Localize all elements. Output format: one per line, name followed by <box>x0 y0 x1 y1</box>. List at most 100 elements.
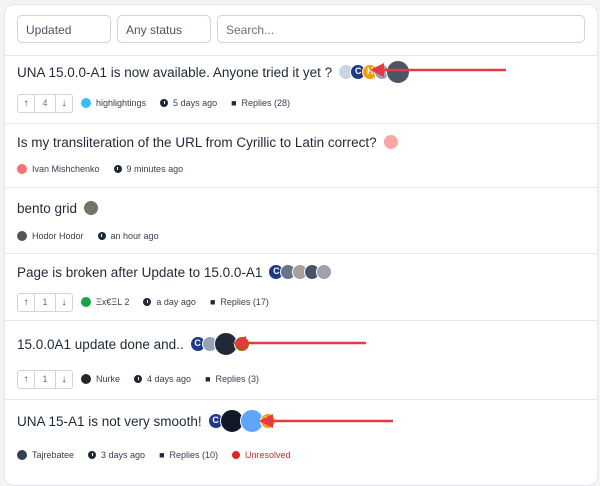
author-name[interactable]: Nurke <box>96 374 120 384</box>
time-text: 9 minutes ago <box>126 164 184 174</box>
topic-title-link[interactable]: 15.0.0A1 update done and.. <box>17 337 184 352</box>
timestamp: 5 days ago <box>160 98 217 108</box>
arrow-up-icon[interactable]: ↑ <box>18 294 34 311</box>
time-text: 3 days ago <box>101 450 146 460</box>
topic-title-link[interactable]: bento grid <box>17 201 77 216</box>
author[interactable]: Nurke <box>81 374 120 384</box>
clock-icon <box>160 99 169 107</box>
topic-meta: Tajrebatee 3 days ago ■ Replies (10) Unr… <box>17 446 305 464</box>
clock-icon <box>97 232 106 240</box>
replies[interactable]: ■ Replies (17) <box>210 297 269 307</box>
timestamp: 4 days ago <box>134 374 191 384</box>
participants: C <box>268 264 333 280</box>
topic-title-row: bento grid <box>17 195 100 221</box>
divider <box>5 187 597 188</box>
topic-title-row: Is my transliteration of the URL from Cy… <box>17 129 399 155</box>
topic-meta: ↑ 4 ↓ highlightings 5 days ago ■ Replies… <box>17 93 304 113</box>
topic-title-row: Page is broken after Update to 15.0.0-A1… <box>17 259 333 285</box>
filter-bar: Updated Any status Search... <box>17 15 585 45</box>
topic-meta: Ivan Mishchenko 9 minutes ago <box>17 160 197 178</box>
avatar[interactable] <box>83 200 100 216</box>
topic-title-link[interactable]: Is my transliteration of the URL from Cy… <box>17 135 377 150</box>
vote-count: 1 <box>34 293 56 311</box>
clock-icon <box>88 451 97 459</box>
arrow-down-icon[interactable]: ↓ <box>56 294 72 311</box>
replies-icon: ■ <box>159 450 165 460</box>
author[interactable]: Hodor Hodor <box>17 231 84 241</box>
clock-icon <box>134 375 143 383</box>
divider <box>5 123 597 124</box>
vote-widget: ↑ 4 ↓ <box>17 93 73 113</box>
topic-meta: ↑ 1 ↓ Nurke 4 days ago ■ Replies (3) <box>17 369 273 389</box>
sort-select[interactable]: Updated <box>17 15 111 43</box>
annotation-arrow-icon <box>259 414 393 428</box>
replies-text[interactable]: Replies (3) <box>216 374 260 384</box>
author-name[interactable]: Tajrebatee <box>32 450 74 460</box>
status-dot-icon <box>232 451 241 459</box>
annotation-arrow-icon <box>232 336 366 350</box>
topic-title-link[interactable]: Page is broken after Update to 15.0.0-A1 <box>17 265 262 280</box>
participants <box>83 200 100 216</box>
status-select[interactable]: Any status <box>117 15 211 43</box>
vote-widget: ↑ 1 ↓ <box>17 292 73 312</box>
replies-icon: ■ <box>209 297 216 307</box>
arrow-down-icon[interactable]: ↓ <box>56 371 72 388</box>
divider <box>5 320 597 321</box>
topic-meta: Hodor Hodor an hour ago <box>17 227 173 245</box>
participants <box>382 134 399 150</box>
time-text: 5 days ago <box>173 98 218 108</box>
author-name[interactable]: Hodor Hodor <box>32 231 84 241</box>
author-name[interactable]: Ξx€ΞL 2 <box>96 297 129 307</box>
author-avatar <box>81 98 91 108</box>
author-name[interactable]: highlightings <box>96 98 146 108</box>
author[interactable]: Ivan Mishchenko <box>17 164 100 174</box>
annotation-arrow-icon <box>370 63 506 77</box>
author-name[interactable]: Ivan Mishchenko <box>32 164 100 174</box>
replies-text[interactable]: Replies (17) <box>220 297 269 307</box>
arrow-up-icon[interactable]: ↑ <box>18 95 34 112</box>
replies-text[interactable]: Replies (10) <box>170 450 219 460</box>
author-avatar <box>17 450 27 460</box>
topic-title-row: 15.0.0A1 update done and.. C <box>17 331 250 357</box>
search-input[interactable]: Search... <box>217 15 585 43</box>
vote-widget: ↑ 1 ↓ <box>17 369 73 389</box>
avatar[interactable] <box>382 134 399 150</box>
topic-title-row: UNA 15.0.0-A1 is now available. Anyone t… <box>17 59 411 85</box>
clock-icon <box>113 165 122 173</box>
topic-title-row: UNA 15-A1 is not very smooth! C H <box>17 408 276 434</box>
topic-title-link[interactable]: UNA 15.0.0-A1 is now available. Anyone t… <box>17 65 332 80</box>
time-text: a day ago <box>156 297 196 307</box>
author-avatar <box>17 231 27 241</box>
vote-count: 1 <box>34 370 56 388</box>
timestamp: 3 days ago <box>88 450 145 460</box>
replies[interactable]: ■ Replies (10) <box>159 450 218 460</box>
topic-title-link[interactable]: UNA 15-A1 is not very smooth! <box>17 414 202 429</box>
author[interactable]: Ξx€ΞL 2 <box>81 297 129 307</box>
status-text: Unresolved <box>245 450 291 460</box>
replies-icon: ■ <box>231 98 237 108</box>
author-avatar <box>17 164 27 174</box>
replies-text[interactable]: Replies (28) <box>242 98 291 108</box>
author-avatar <box>81 297 91 307</box>
arrow-up-icon[interactable]: ↑ <box>18 371 34 388</box>
vote-count: 4 <box>34 94 56 112</box>
divider <box>5 399 597 400</box>
time-text: 4 days ago <box>147 374 192 384</box>
timestamp: an hour ago <box>97 231 159 241</box>
clock-icon <box>143 298 152 306</box>
avatar[interactable] <box>316 264 333 280</box>
timestamp: a day ago <box>143 297 196 307</box>
author-avatar <box>81 374 91 384</box>
arrow-down-icon[interactable]: ↓ <box>56 95 72 112</box>
divider <box>5 253 597 254</box>
replies-icon: ■ <box>205 374 211 384</box>
time-text: an hour ago <box>110 231 159 241</box>
replies[interactable]: ■ Replies (28) <box>231 98 290 108</box>
author[interactable]: highlightings <box>81 98 146 108</box>
replies[interactable]: ■ Replies (3) <box>205 374 259 384</box>
divider <box>5 55 597 56</box>
timestamp: 9 minutes ago <box>113 164 184 174</box>
topic-meta: ↑ 1 ↓ Ξx€ΞL 2 a day ago ■ Replies (17) <box>17 292 283 312</box>
status-badge: Unresolved <box>232 450 291 460</box>
author[interactable]: Tajrebatee <box>17 450 74 460</box>
